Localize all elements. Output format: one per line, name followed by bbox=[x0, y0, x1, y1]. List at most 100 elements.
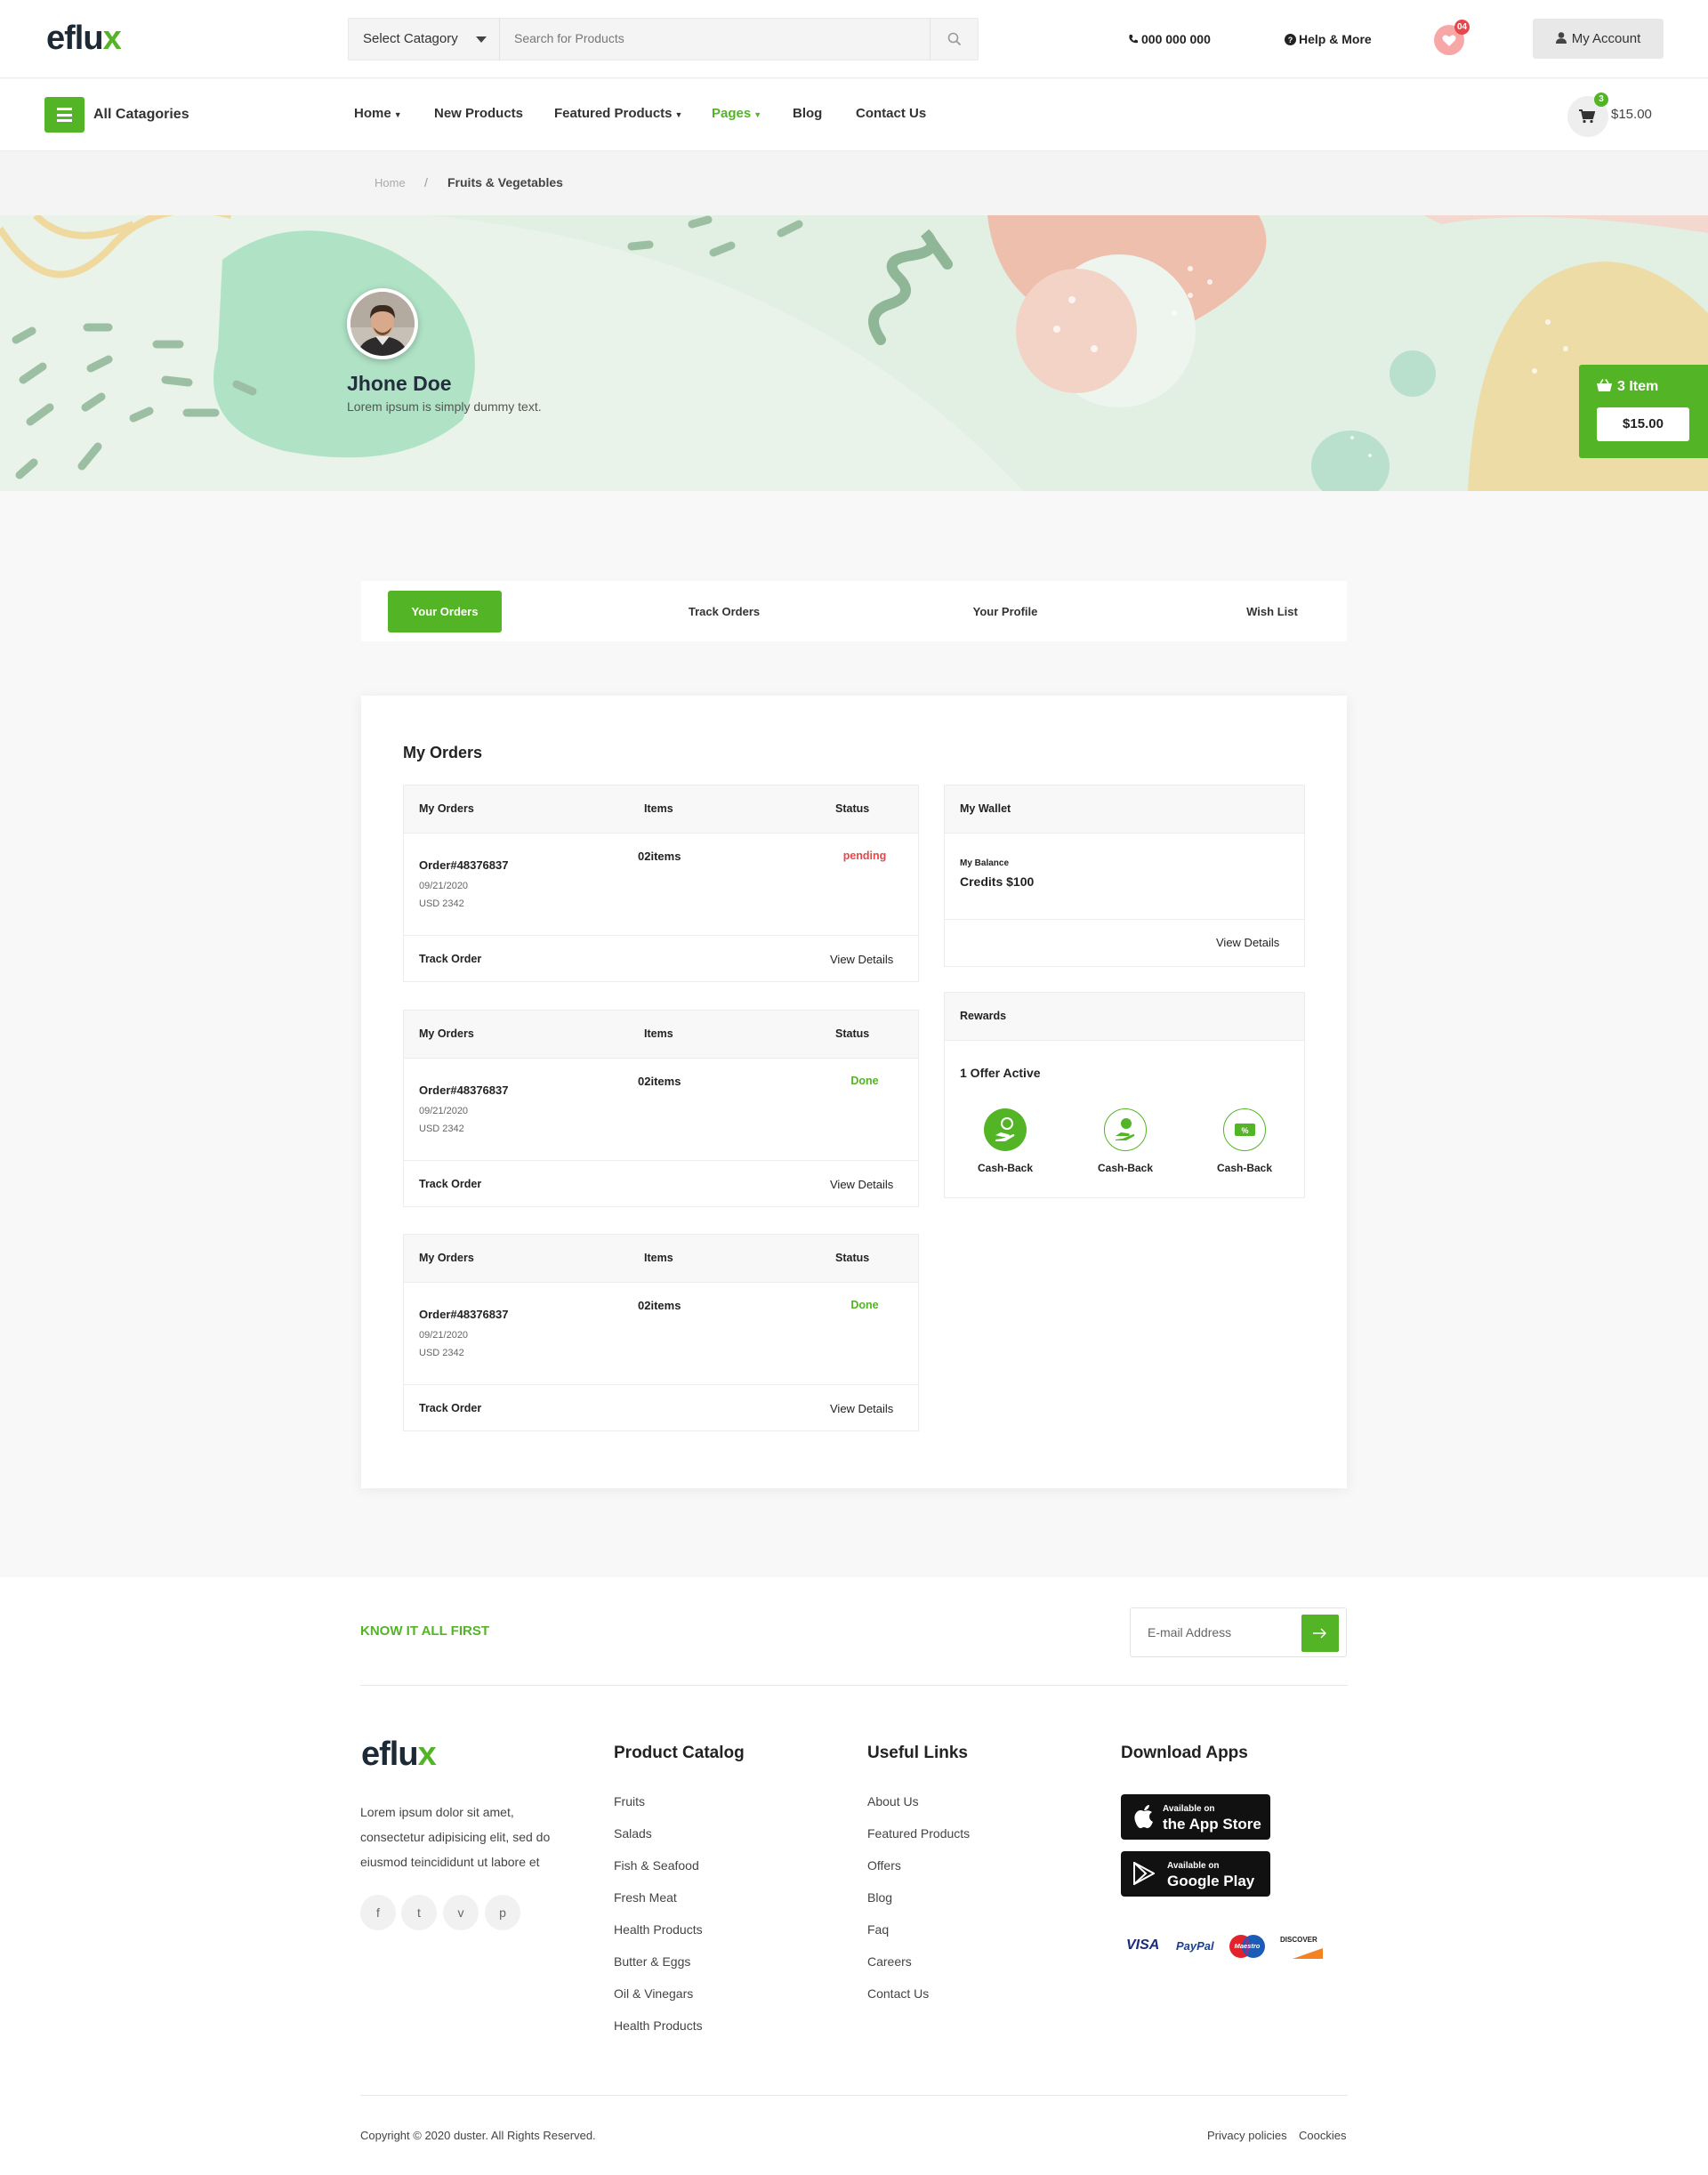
catalog-link[interactable]: Fruits bbox=[614, 1794, 645, 1808]
order-number: Order#48376837 bbox=[419, 858, 509, 872]
tab-your-profile[interactable]: Your Profile bbox=[948, 591, 1062, 632]
useful-link[interactable]: Contact Us bbox=[867, 1986, 929, 2001]
breadcrumb-home[interactable]: Home bbox=[375, 176, 406, 189]
breadcrumb-current: Fruits & Vegetables bbox=[447, 175, 563, 189]
catalog-link[interactable]: Fish & Seafood bbox=[614, 1858, 699, 1873]
catalog-heading: Product Catalog bbox=[614, 1744, 745, 1762]
order-card: My Orders Items Status Order#48376837 09… bbox=[403, 1234, 919, 1431]
cart-icon bbox=[1579, 109, 1595, 124]
twitter-icon[interactable]: t bbox=[401, 1895, 437, 1930]
wallet-title: My Wallet bbox=[960, 802, 1011, 815]
nav-home[interactable]: Home ▼ bbox=[354, 106, 402, 121]
wallet-footer: View Details bbox=[945, 919, 1304, 967]
google-play-top: Available on bbox=[1167, 1861, 1220, 1871]
search-input[interactable]: Search for Products bbox=[514, 31, 624, 45]
cash-back-icon-glyph bbox=[995, 1117, 1015, 1141]
order-status: Done bbox=[850, 1299, 879, 1311]
nav-featured-products[interactable]: Featured Products ▼ bbox=[554, 106, 682, 121]
voucher-icon-glyph: % bbox=[1234, 1124, 1255, 1136]
nav-blog[interactable]: Blog bbox=[793, 106, 822, 121]
profile-avatar[interactable] bbox=[347, 288, 418, 359]
all-categories-button[interactable] bbox=[44, 97, 85, 133]
catalog-link[interactable]: Oil & Vinegars bbox=[614, 1986, 693, 2001]
category-select[interactable]: Select Catagory bbox=[349, 19, 500, 60]
app-store-top: Available on bbox=[1163, 1804, 1215, 1814]
facebook-icon[interactable]: f bbox=[360, 1895, 396, 1930]
discover-stripe bbox=[1293, 1948, 1323, 1959]
nav-contact-us[interactable]: Contact Us bbox=[856, 106, 926, 121]
tab-your-orders[interactable]: Your Orders bbox=[388, 591, 502, 632]
nav-pages[interactable]: Pages ▼ bbox=[712, 106, 761, 121]
profile-name: Jhone Doe bbox=[347, 372, 452, 395]
useful-link[interactable]: Careers bbox=[867, 1954, 912, 1969]
top-header: eflux Select Catagory Search for Product… bbox=[0, 0, 1708, 78]
footer-about-line: Lorem ipsum dolor sit amet, bbox=[360, 1805, 514, 1819]
footer-about-line: consectetur adipisicing elit, sed do bbox=[360, 1830, 551, 1844]
app-store-button[interactable]: Available on the App Store bbox=[1121, 1794, 1270, 1840]
footer-logo-text: eflu bbox=[361, 1736, 419, 1773]
track-order-link[interactable]: Track Order bbox=[419, 1178, 481, 1190]
catalog-link[interactable]: Fresh Meat bbox=[614, 1890, 677, 1905]
reward-item[interactable]: Cash-Back bbox=[1085, 1108, 1165, 1174]
vimeo-icon[interactable]: v bbox=[443, 1895, 479, 1930]
cookies-link[interactable]: Coockies bbox=[1299, 2129, 1346, 2142]
help-label: Help & More bbox=[1299, 32, 1372, 46]
all-categories-label[interactable]: All Catagories bbox=[93, 107, 189, 123]
brand-logo[interactable]: eflux bbox=[46, 20, 122, 58]
rewards-active: 1 Offer Active bbox=[960, 1066, 1041, 1080]
catalog-link[interactable]: Health Products bbox=[614, 1922, 703, 1937]
my-account-button[interactable]: My Account bbox=[1533, 19, 1664, 59]
useful-link[interactable]: Featured Products bbox=[867, 1826, 970, 1841]
caret-down-icon bbox=[476, 36, 487, 43]
hand-coin-icon bbox=[1104, 1108, 1147, 1151]
catalog-link[interactable]: Butter & Eggs bbox=[614, 1954, 690, 1969]
track-order-link[interactable]: Track Order bbox=[419, 1402, 481, 1414]
breadcrumb: Home / Fruits & Vegetables bbox=[0, 151, 1708, 215]
useful-link[interactable]: About Us bbox=[867, 1794, 919, 1808]
wallet-balance: Credits $100 bbox=[960, 874, 1035, 889]
newsletter-email-input[interactable]: E-mail Address bbox=[1148, 1625, 1231, 1639]
order-number: Order#48376837 bbox=[419, 1308, 509, 1321]
phone-link[interactable]: 000 000 000 bbox=[1128, 32, 1211, 46]
catalog-link[interactable]: Salads bbox=[614, 1826, 652, 1841]
track-order-link[interactable]: Track Order bbox=[419, 953, 481, 965]
nav-contact-us-label: Contact Us bbox=[856, 106, 927, 121]
view-details-link[interactable]: View Details bbox=[830, 1178, 893, 1191]
useful-link[interactable]: Blog bbox=[867, 1890, 892, 1905]
visa-logo: VISA bbox=[1126, 1937, 1160, 1953]
copyright: Copyright © 2020 duster. All Rights Rese… bbox=[360, 2129, 596, 2142]
svg-text:?: ? bbox=[1288, 36, 1293, 44]
order-amount: USD 2342 bbox=[419, 1348, 464, 1358]
footer-divider bbox=[360, 1685, 1348, 1686]
useful-link[interactable]: Faq bbox=[867, 1922, 889, 1937]
nav-new-products[interactable]: New Products bbox=[434, 106, 523, 121]
basket-icon bbox=[1597, 379, 1612, 391]
play-store-icon bbox=[1133, 1862, 1155, 1885]
tab-wish-list[interactable]: Wish List bbox=[1215, 591, 1329, 632]
reward-item[interactable]: Cash-Back bbox=[965, 1108, 1045, 1174]
view-details-link[interactable]: View Details bbox=[830, 1402, 893, 1415]
profile-tagline: Lorem ipsum is simply dummy text. bbox=[347, 399, 542, 414]
help-link[interactable]: ? Help & More bbox=[1285, 32, 1372, 46]
order-items: 02items bbox=[638, 1299, 681, 1312]
view-details-link[interactable]: View Details bbox=[830, 953, 893, 966]
useful-link[interactable]: Offers bbox=[867, 1858, 901, 1873]
footer-logo[interactable]: eflux bbox=[361, 1736, 437, 1774]
col-status: Status bbox=[835, 802, 870, 815]
floating-cart-widget[interactable]: 3 Item $15.00 bbox=[1579, 365, 1708, 458]
catalog-link[interactable]: Health Products bbox=[614, 2018, 703, 2033]
search-button[interactable] bbox=[930, 19, 978, 60]
apple-icon bbox=[1134, 1805, 1153, 1829]
pinterest-icon[interactable]: p bbox=[485, 1895, 520, 1930]
tab-track-orders[interactable]: Track Orders bbox=[667, 591, 781, 632]
newsletter-submit-button[interactable] bbox=[1301, 1615, 1339, 1652]
reward-item[interactable]: % Cash-Back bbox=[1204, 1108, 1285, 1174]
wishlist-button[interactable]: 04 bbox=[1434, 20, 1470, 55]
privacy-policy-link[interactable]: Privacy policies bbox=[1207, 2129, 1287, 2142]
rewards-card: Rewards 1 Offer Active Cash-Back Cash-Ba… bbox=[944, 992, 1305, 1198]
maestro-logo: Maestro bbox=[1228, 1934, 1267, 1959]
google-play-button[interactable]: Available on Google Play bbox=[1121, 1851, 1270, 1897]
col-items: Items bbox=[644, 802, 673, 815]
wallet-view-details-link[interactable]: View Details bbox=[1216, 936, 1279, 949]
cart-button[interactable]: 3 bbox=[1567, 93, 1608, 137]
